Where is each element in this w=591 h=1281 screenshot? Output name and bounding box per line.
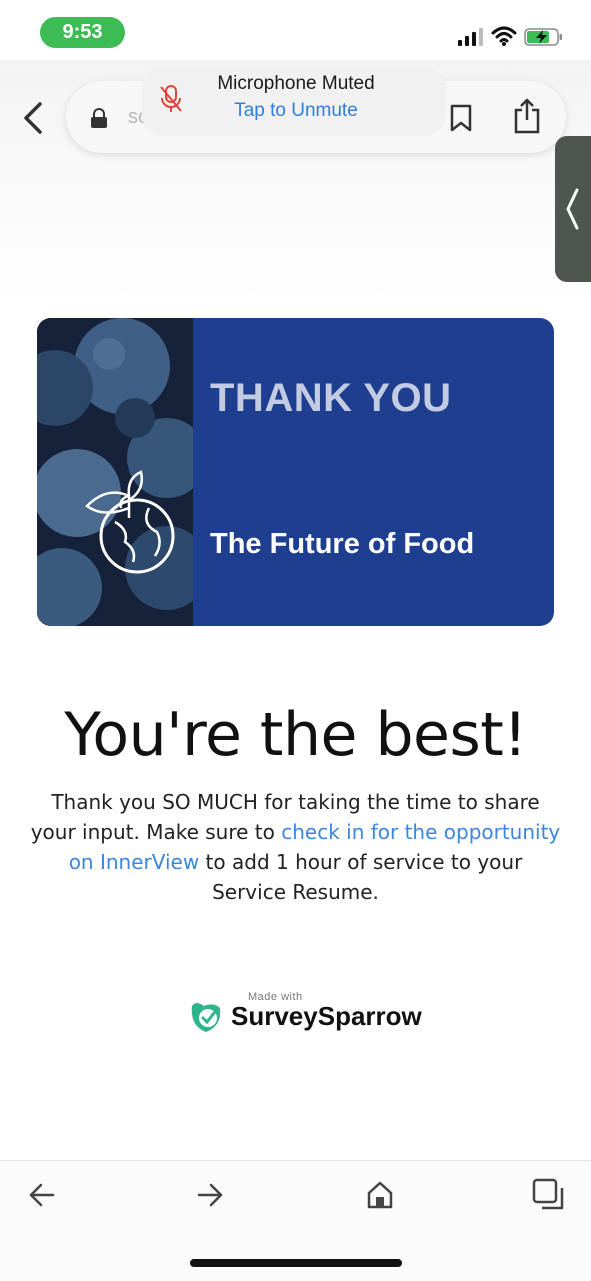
- message-text-end: to add 1 hour of service to your Service…: [199, 850, 523, 904]
- share-icon[interactable]: [513, 98, 541, 134]
- back-arrow-icon[interactable]: [28, 1182, 56, 1208]
- mic-toast-title: Microphone Muted: [217, 73, 375, 94]
- status-bar: 9:53: [0, 0, 591, 60]
- wifi-icon: [491, 26, 517, 46]
- brand-name[interactable]: SurveySparrow: [231, 1001, 422, 1032]
- home-indicator[interactable]: [190, 1259, 402, 1267]
- tap-to-unmute-link[interactable]: Tap to Unmute: [146, 100, 446, 122]
- home-icon[interactable]: [366, 1180, 394, 1210]
- lock-icon: [91, 108, 107, 128]
- thank-you-message: Thank you SO MUCH for taking the time to…: [30, 787, 561, 907]
- banner-heading: THANK YOU: [210, 376, 452, 420]
- status-time: 9:53: [40, 17, 125, 48]
- thank-you-banner: THANK YOU The Future of Food: [37, 318, 554, 626]
- battery-charging-icon: [524, 28, 562, 46]
- bookmark-icon[interactable]: [449, 104, 473, 132]
- side-panel-chevron-icon: [566, 188, 579, 230]
- banner-subtitle: The Future of Food: [210, 528, 475, 560]
- forward-arrow-icon[interactable]: [196, 1182, 224, 1208]
- page-headline: You're the best!: [64, 700, 527, 770]
- surveysparrow-logo-icon[interactable]: [188, 998, 224, 1034]
- blueberries-image: [37, 318, 193, 626]
- back-chevron-icon[interactable]: [20, 100, 46, 136]
- signal-icon: [458, 28, 483, 46]
- tabs-icon[interactable]: [532, 1178, 566, 1212]
